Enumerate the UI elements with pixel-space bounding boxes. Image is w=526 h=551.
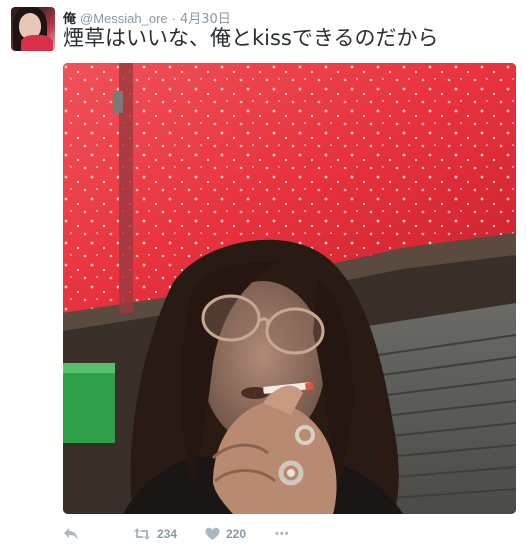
tweet-card: 俺 @Messiah_ore · 4月30日 煙草はいいな、俺とkissできるの…	[0, 0, 526, 551]
retweet-icon	[133, 527, 151, 541]
more-button[interactable]: •••	[275, 528, 290, 540]
reply-button[interactable]	[63, 527, 133, 541]
heart-icon	[205, 527, 220, 541]
more-dots-icon: •••	[275, 528, 290, 540]
like-count: 220	[226, 527, 247, 541]
tweet-photo[interactable]	[63, 63, 516, 514]
tweet-text: 煙草はいいな、俺とkissできるのだから	[63, 26, 439, 50]
tweet-actions: 234 220 •••	[63, 523, 290, 545]
avatar[interactable]	[11, 7, 55, 51]
reply-icon	[63, 527, 79, 541]
tweet-header: 俺 @Messiah_ore · 4月30日	[63, 8, 231, 27]
retweet-count: 234	[157, 527, 178, 541]
like-button[interactable]: 220	[205, 527, 275, 541]
retweet-button[interactable]: 234	[133, 527, 205, 541]
